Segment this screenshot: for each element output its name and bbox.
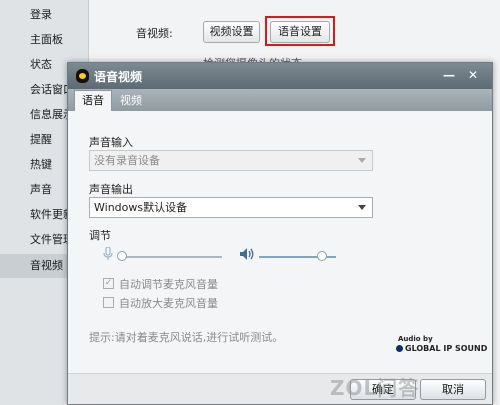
sidebar-item-main-panel[interactable]: 主面板 — [0, 28, 88, 52]
microphone-icon — [103, 246, 113, 265]
audio-by-text: Audio by — [398, 335, 433, 343]
auto-adjust-mic-checkbox[interactable]: ✓ — [103, 278, 114, 289]
dialog-titlebar[interactable]: 语音视频 — ✕ — [68, 63, 492, 89]
voice-video-dialog: 语音视频 — ✕ 语音 视频 声音输入 没有录音设备 声音输出 Windows默… — [67, 62, 493, 405]
sound-input-select[interactable]: 没有录音设备 — [89, 150, 373, 171]
cancel-button[interactable]: 取消 — [420, 379, 486, 400]
sound-input-value: 没有录音设备 — [94, 154, 160, 167]
auto-adjust-mic-label: 自动调节麦克风音量 — [119, 278, 218, 291]
dialog-footer: 确定 取消 — [68, 373, 492, 404]
gips-logo-text: GLOBAL IP SOUND — [405, 344, 488, 353]
auto-amplify-mic-checkbox[interactable] — [103, 297, 114, 308]
chevron-down-icon — [358, 205, 366, 210]
global-ip-sound-logo: GLOBAL IP SOUND — [396, 344, 487, 353]
sound-output-label: 声音输出 — [89, 183, 133, 196]
speaker-icon — [239, 247, 255, 265]
sidebar-item-login[interactable]: 登录 — [0, 3, 88, 27]
microphone-slider-knob[interactable] — [117, 251, 127, 261]
auto-amplify-mic-label: 自动放大麦克风音量 — [119, 297, 218, 310]
tab-voice[interactable]: 语音 — [74, 90, 112, 111]
microphone-volume-slider[interactable] — [122, 256, 222, 258]
dialog-title: 语音视频 — [94, 70, 143, 84]
close-icon[interactable]: ✕ — [464, 67, 482, 83]
sound-output-value: Windows默认设备 — [94, 201, 188, 214]
tab-video[interactable]: 视频 — [113, 91, 149, 111]
sound-output-select[interactable]: Windows默认设备 — [89, 197, 373, 218]
highlight-box — [265, 16, 335, 46]
video-settings-button[interactable]: 视频设置 — [203, 21, 260, 43]
watermark: ZOL问答 — [330, 376, 420, 400]
audio-video-section-label: 音视频: — [136, 27, 173, 40]
minimize-icon[interactable]: — — [440, 67, 458, 83]
chevron-down-icon — [358, 158, 366, 163]
adjust-label: 调节 — [89, 229, 111, 242]
gips-logo-icon — [396, 345, 403, 352]
speaker-slider-knob[interactable] — [317, 251, 328, 261]
qq-penguin-icon — [76, 69, 89, 83]
test-hint-text: 提示:请对着麦克风说话,进行试听测试。 — [89, 331, 284, 344]
sound-input-label: 声音输入 — [89, 136, 133, 149]
